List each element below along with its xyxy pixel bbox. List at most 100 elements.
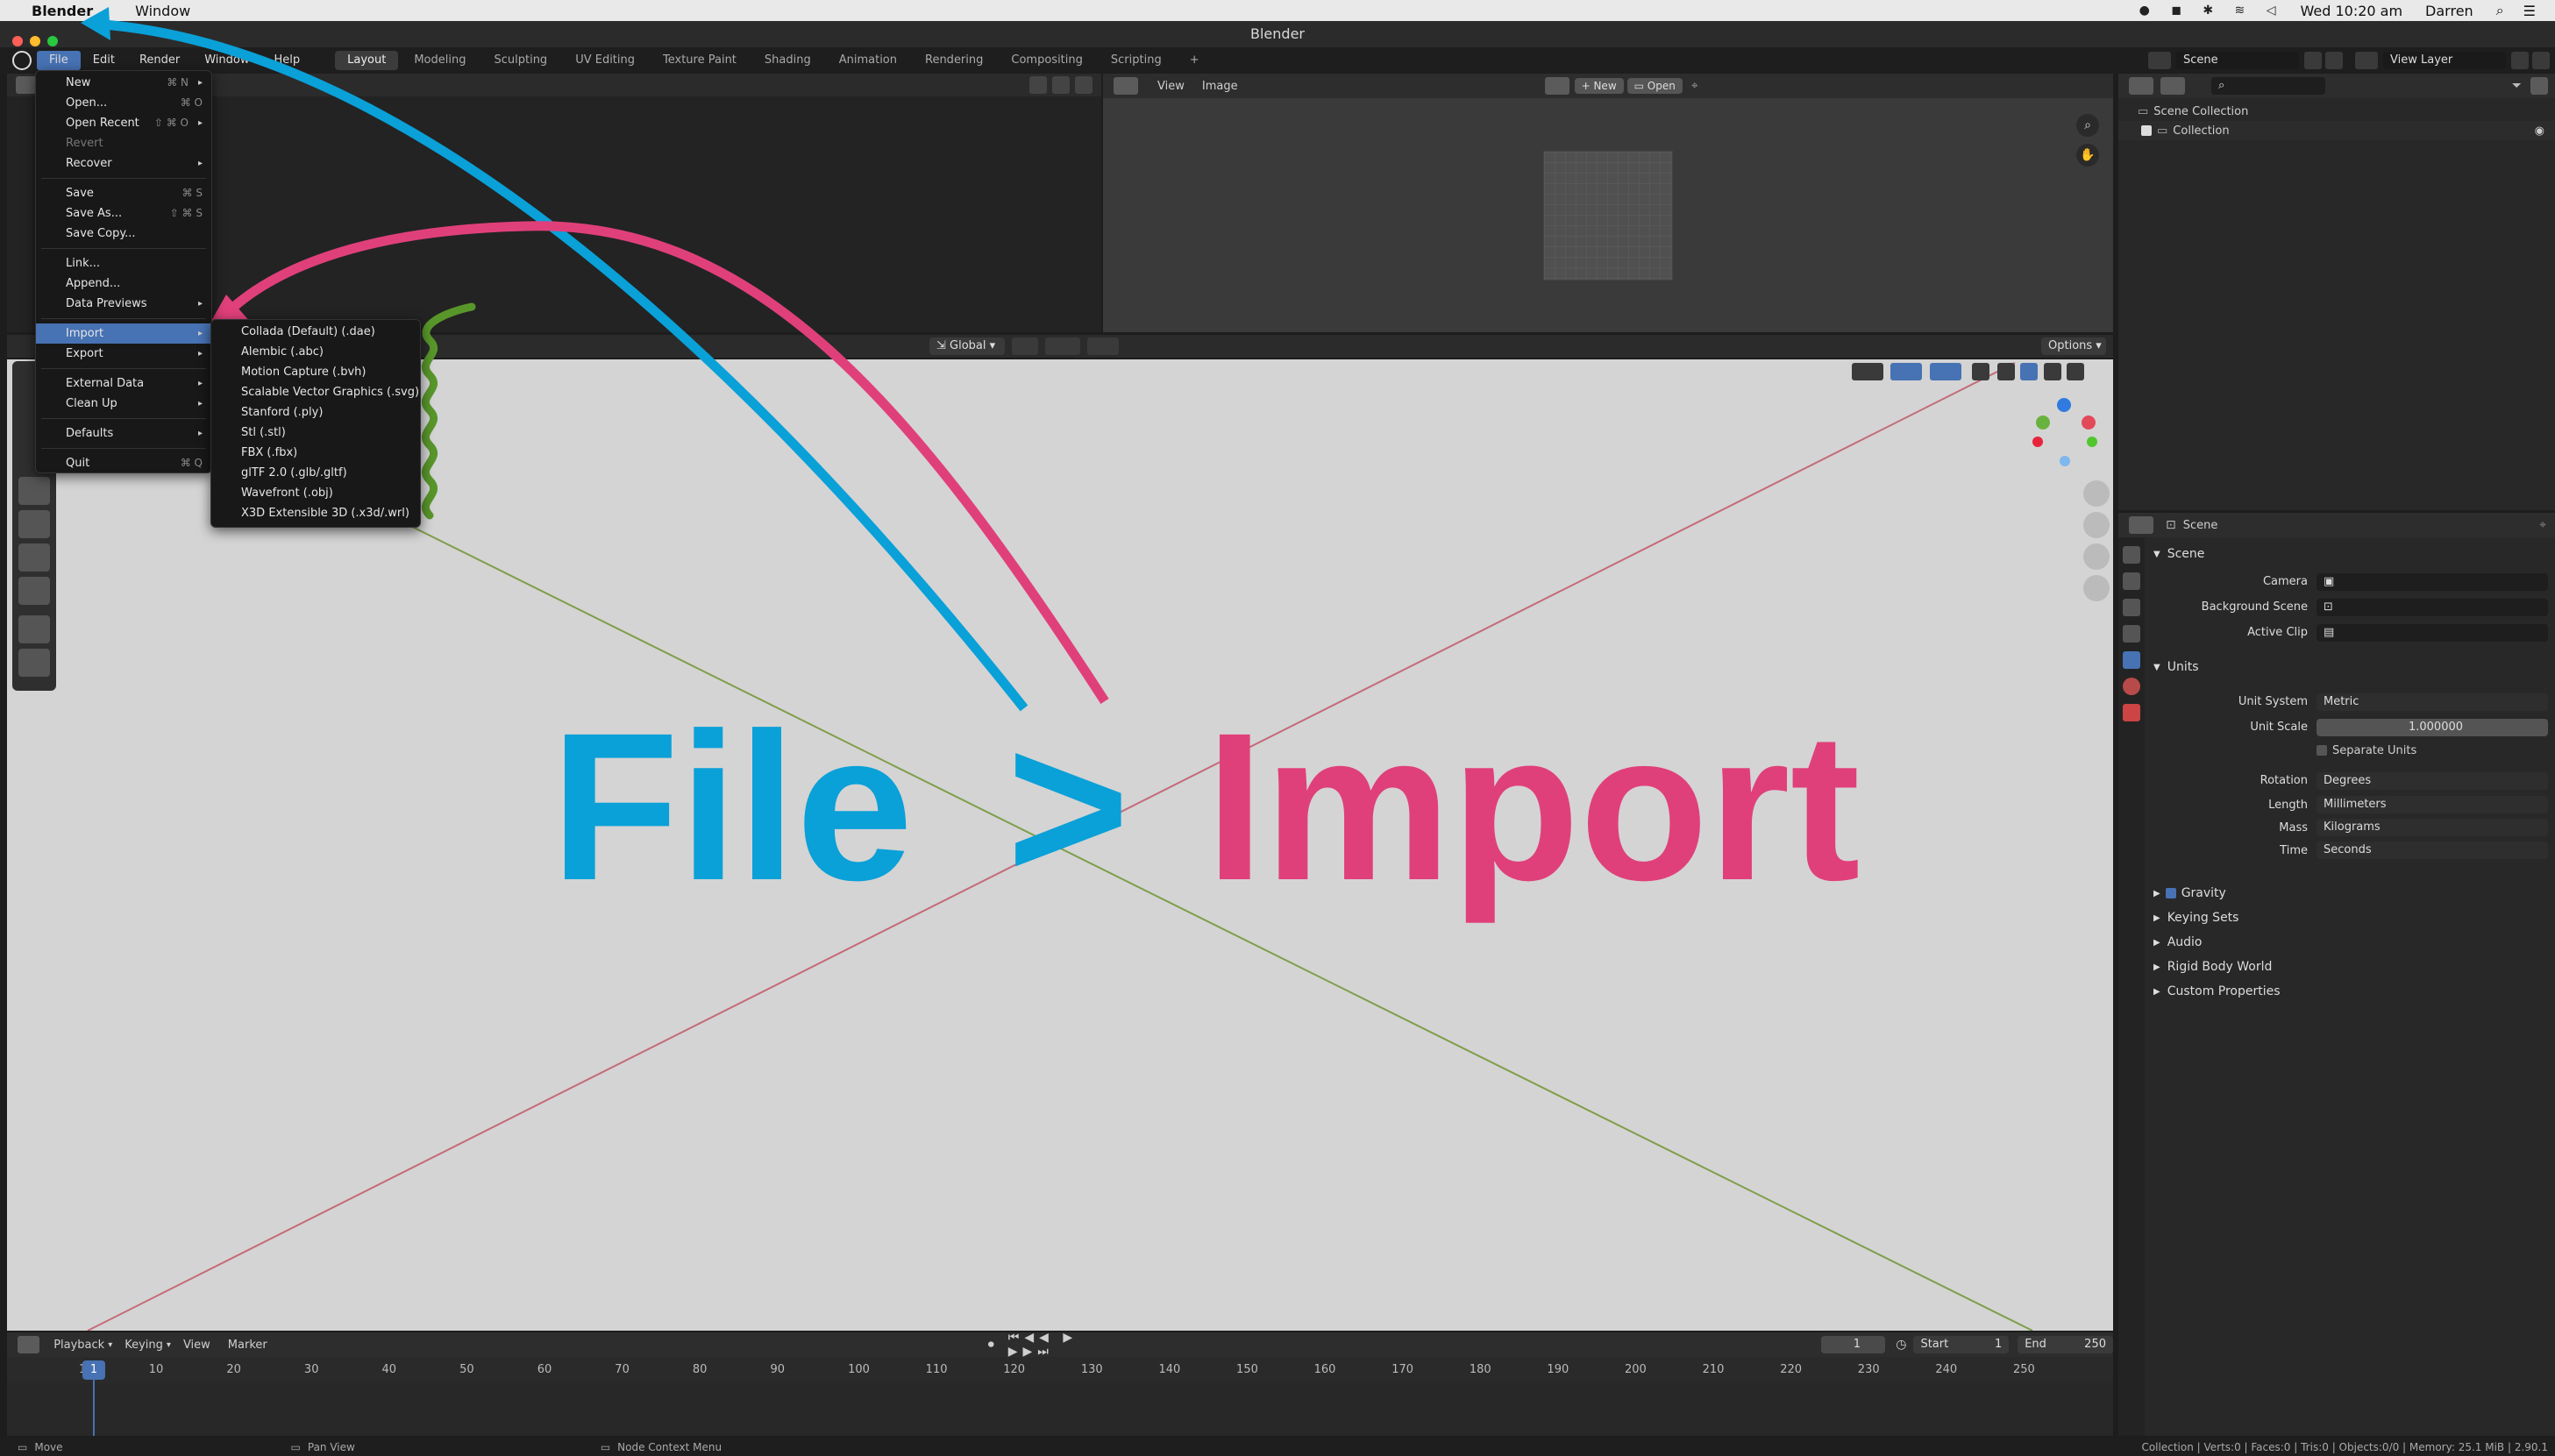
file-menu-item-quit[interactable]: Quit ⌘ Q bbox=[36, 453, 211, 473]
tool-cursor-icon[interactable] bbox=[18, 477, 50, 505]
shading-solid-icon[interactable] bbox=[2020, 363, 2039, 380]
import-menu-item[interactable]: Motion Capture (.bvh) bbox=[211, 362, 420, 382]
import-menu-item[interactable]: FBX (.fbx) bbox=[211, 443, 420, 463]
import-menu-item[interactable]: X3D Extensible 3D (.x3d/.wrl) bbox=[211, 503, 420, 523]
file-menu-item-save[interactable]: Save ⌘ S bbox=[36, 183, 211, 203]
menu-help[interactable]: Help bbox=[262, 47, 313, 74]
file-menu-item-data-previews[interactable]: Data Previews ▸ bbox=[36, 294, 211, 314]
blender-logo-icon[interactable] bbox=[12, 51, 32, 70]
gizmo-neg-z-icon[interactable] bbox=[2060, 456, 2070, 466]
camera-view-icon[interactable] bbox=[2083, 543, 2110, 570]
collection-checkbox[interactable] bbox=[2141, 125, 2152, 136]
open-image-button[interactable]: ▭ Open bbox=[1626, 78, 1683, 94]
image-canvas[interactable] bbox=[1543, 151, 1673, 281]
proportional-edit-icon[interactable] bbox=[1087, 337, 1119, 355]
rotation-dropdown[interactable]: Degrees bbox=[2317, 771, 2548, 790]
section-keying-sets[interactable]: ▶ Keying Sets bbox=[2150, 906, 2550, 930]
tab-layout[interactable]: Layout bbox=[335, 51, 399, 70]
import-menu-item[interactable]: Collada (Default) (.dae) bbox=[211, 322, 420, 342]
tab-compositing[interactable]: Compositing bbox=[999, 51, 1095, 70]
timeline-marker-menu[interactable]: Marker bbox=[228, 1339, 267, 1352]
tab-sculpting[interactable]: Sculpting bbox=[481, 51, 559, 70]
record-icon[interactable]: ⏺ bbox=[988, 1338, 994, 1352]
minimize-window-icon[interactable] bbox=[30, 36, 40, 46]
tab-uv-editing[interactable]: UV Editing bbox=[563, 51, 647, 70]
timeline-ruler[interactable]: 1102030405060708090100110120130140150160… bbox=[7, 1357, 2113, 1383]
mac-user[interactable]: Darren bbox=[2425, 3, 2473, 19]
scene-selector[interactable]: Scene bbox=[2176, 52, 2299, 69]
tab-shading[interactable]: Shading bbox=[752, 51, 823, 70]
pin-icon[interactable]: ⌖ bbox=[1691, 79, 1698, 93]
gravity-checkbox[interactable] bbox=[2165, 888, 2176, 898]
pivot-icon[interactable] bbox=[1012, 337, 1038, 355]
view-layer-close-icon[interactable] bbox=[2532, 52, 2550, 69]
shading-wire-icon[interactable] bbox=[1996, 363, 2015, 380]
import-menu-item[interactable]: Alembic (.abc) bbox=[211, 342, 420, 362]
file-menu-item-clean-up[interactable]: Clean Up ▸ bbox=[36, 394, 211, 414]
close-window-icon[interactable] bbox=[12, 36, 23, 46]
ortho-toggle-icon[interactable] bbox=[2083, 575, 2110, 601]
tab-rendering[interactable]: Rendering bbox=[913, 51, 995, 70]
playhead[interactable]: 1 bbox=[82, 1360, 105, 1380]
unit-scale-field[interactable]: 1.000000 bbox=[2317, 718, 2548, 736]
file-menu-item-save-copy[interactable]: Save Copy... bbox=[36, 224, 211, 244]
xray-icon[interactable] bbox=[1972, 363, 1990, 380]
hand-icon[interactable]: ✋ bbox=[2076, 144, 2099, 167]
properties-type-icon[interactable] bbox=[2129, 516, 2153, 534]
gizmo-x-icon[interactable] bbox=[2082, 415, 2096, 430]
file-menu-item-new[interactable]: New ⌘ N ▸ bbox=[36, 73, 211, 93]
import-menu-item[interactable]: glTF 2.0 (.glb/.gltf) bbox=[211, 463, 420, 483]
proportional-icon[interactable] bbox=[1052, 76, 1070, 94]
mass-dropdown[interactable]: Kilograms bbox=[2317, 819, 2548, 836]
unit-system-dropdown[interactable]: Metric bbox=[2317, 692, 2548, 711]
viewport-pan-icon[interactable] bbox=[2083, 512, 2110, 538]
file-menu-item-open[interactable]: Open... ⌘ O bbox=[36, 93, 211, 113]
import-menu-item[interactable]: Stl (.stl) bbox=[211, 423, 420, 443]
filter-icon[interactable]: ⏷ bbox=[2512, 79, 2522, 93]
tool-measure-icon[interactable] bbox=[18, 649, 50, 677]
view-layer-icon[interactable] bbox=[2355, 52, 2378, 69]
gizmo-y-icon[interactable] bbox=[2036, 415, 2050, 430]
outliner-type-icon[interactable] bbox=[2129, 77, 2153, 95]
add-workspace-icon[interactable]: + bbox=[1178, 51, 1212, 70]
snap-toggle-icon[interactable] bbox=[1045, 337, 1080, 355]
tab-world-icon[interactable] bbox=[2123, 678, 2140, 695]
status-icons[interactable]: ● ◼ ✱ ≋ ◁ bbox=[2139, 4, 2285, 18]
tab-scene-icon[interactable] bbox=[2123, 651, 2140, 669]
file-menu-item-external-data[interactable]: External Data ▸ bbox=[36, 373, 211, 394]
tab-texture-icon[interactable] bbox=[2123, 704, 2140, 721]
visibility-icon[interactable] bbox=[1852, 363, 1883, 380]
import-menu-item[interactable]: Stanford (.ply) bbox=[211, 402, 420, 423]
tab-animation[interactable]: Animation bbox=[827, 51, 909, 70]
tab-modeling[interactable]: Modeling bbox=[402, 51, 478, 70]
new-image-button[interactable]: + New bbox=[1574, 78, 1624, 94]
timeline-view-menu[interactable]: View bbox=[183, 1339, 210, 1352]
current-frame-field[interactable]: 1 bbox=[1821, 1336, 1886, 1353]
end-frame-field[interactable]: End 250 bbox=[2018, 1336, 2113, 1353]
background-scene-field[interactable]: ⊡ bbox=[2317, 598, 2548, 616]
tool-move-icon[interactable] bbox=[18, 510, 50, 538]
file-menu-item-defaults[interactable]: Defaults ▸ bbox=[36, 423, 211, 444]
import-menu-item[interactable]: Wavefront (.obj) bbox=[211, 483, 420, 503]
spotlight-icon[interactable]: ⌕ bbox=[2496, 2, 2504, 19]
view-layer-copy-icon[interactable] bbox=[2511, 52, 2529, 69]
tab-view-layer-icon[interactable] bbox=[2123, 625, 2140, 643]
camera-field[interactable]: ▣ bbox=[2317, 572, 2548, 591]
scene-icon[interactable] bbox=[2148, 52, 2171, 69]
properties-pin-icon[interactable]: ⌖ bbox=[2539, 518, 2546, 532]
clock-icon[interactable]: ◷ bbox=[1896, 1338, 1906, 1352]
timeline-keying-menu[interactable]: Keying bbox=[125, 1339, 163, 1352]
import-menu-item[interactable]: Scalable Vector Graphics (.svg) bbox=[211, 382, 420, 402]
options-dropdown[interactable]: Options ▾ bbox=[2041, 337, 2106, 355]
overlay-icon[interactable] bbox=[1075, 76, 1092, 94]
outliner-row-collection[interactable]: ▭ Collection ◉ bbox=[2118, 121, 2555, 140]
mac-app-name[interactable]: Blender bbox=[32, 3, 93, 19]
active-clip-field[interactable]: ▤ bbox=[2317, 623, 2548, 642]
scene-close-icon[interactable] bbox=[2325, 52, 2343, 69]
tool-rotate-icon[interactable] bbox=[18, 543, 50, 572]
file-menu-item-export[interactable]: Export ▸ bbox=[36, 344, 211, 364]
separate-units-checkbox[interactable] bbox=[2317, 745, 2327, 756]
shading-render-icon[interactable] bbox=[2067, 363, 2085, 380]
section-audio[interactable]: ▶ Audio bbox=[2150, 930, 2550, 955]
new-collection-icon[interactable] bbox=[2530, 77, 2548, 95]
